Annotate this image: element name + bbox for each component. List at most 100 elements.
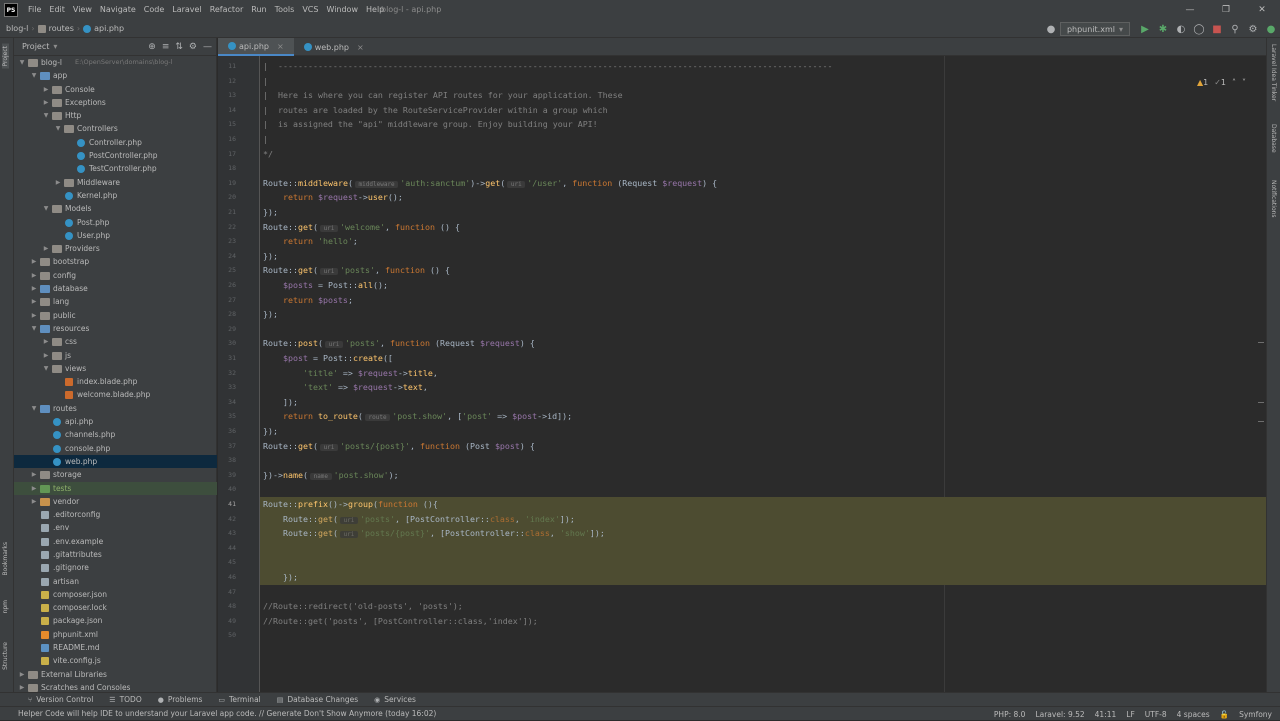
code-line[interactable]: | --------------------------------------… bbox=[260, 59, 1266, 74]
code-line[interactable]: Route::get( uri 'welcome', function () { bbox=[260, 220, 1266, 235]
breadcrumb-file[interactable]: api.php bbox=[80, 24, 127, 33]
indent-setting[interactable]: 4 spaces bbox=[1177, 710, 1210, 719]
menu-item-run[interactable]: Run bbox=[247, 0, 270, 20]
tree-item[interactable]: ▶ Exceptions bbox=[14, 96, 217, 109]
stop-icon[interactable]: ■ bbox=[1208, 20, 1226, 38]
chevron-down-icon[interactable]: ▼ bbox=[30, 69, 38, 82]
code-line[interactable] bbox=[260, 453, 1266, 468]
tree-item[interactable]: ▶ config bbox=[14, 269, 217, 282]
code-line[interactable] bbox=[260, 555, 1266, 570]
npm-stripe-button[interactable]: npm bbox=[2, 600, 9, 613]
breadcrumb-project[interactable]: blog-l bbox=[0, 24, 31, 33]
tree-item[interactable]: ▶ storage bbox=[14, 468, 217, 481]
file-encoding[interactable]: UTF-8 bbox=[1145, 710, 1167, 719]
code-line[interactable]: })->name( name 'post.show'); bbox=[260, 468, 1266, 483]
tree-item[interactable]: Post.php bbox=[14, 216, 217, 229]
chevron-right-icon[interactable]: ▶ bbox=[42, 349, 50, 362]
editor-tab[interactable]: web.php × bbox=[294, 38, 374, 56]
chevron-down-icon[interactable]: ▼ bbox=[54, 122, 62, 135]
caret-position[interactable]: 41:11 bbox=[1095, 710, 1117, 719]
tinker-stripe-button[interactable]: Laravel Idea Tinker bbox=[1270, 44, 1277, 101]
debug-icon[interactable]: ✱ bbox=[1154, 20, 1172, 38]
tool-window-version-control[interactable]: ⑂ Version Control bbox=[20, 695, 101, 704]
tool-window-terminal[interactable]: ▭ Terminal bbox=[210, 695, 268, 704]
tree-item[interactable]: ▼ Http bbox=[14, 109, 217, 122]
tree-item[interactable]: console.php bbox=[14, 442, 217, 455]
chevron-down-icon[interactable]: ▼ bbox=[30, 402, 38, 415]
theme-label[interactable]: Symfony bbox=[1239, 710, 1272, 719]
code-line[interactable] bbox=[260, 161, 1266, 176]
tree-item[interactable]: .gitattributes bbox=[14, 548, 217, 561]
tree-item[interactable]: vite.config.js bbox=[14, 654, 217, 667]
menu-item-refactor[interactable]: Refactor bbox=[206, 0, 248, 20]
code-line[interactable]: 'text' => $request->text, bbox=[260, 380, 1266, 395]
tree-item[interactable]: ▶ Console bbox=[14, 83, 217, 96]
code-line[interactable] bbox=[260, 482, 1266, 497]
code-line[interactable]: return $request->user(); bbox=[260, 190, 1266, 205]
code-line[interactable]: ]); bbox=[260, 395, 1266, 410]
tree-item[interactable]: welcome.blade.php bbox=[14, 388, 217, 401]
tree-item[interactable]: ▼ app bbox=[14, 69, 217, 82]
chevron-right-icon[interactable]: ▶ bbox=[54, 176, 62, 189]
code-line[interactable]: return 'hello'; bbox=[260, 234, 1266, 249]
menu-item-tools[interactable]: Tools bbox=[271, 0, 299, 20]
code-line[interactable]: Route::middleware( middleware 'auth:sanc… bbox=[260, 176, 1266, 191]
tree-item[interactable]: ▶ js bbox=[14, 349, 217, 362]
tree-item[interactable]: index.blade.php bbox=[14, 375, 217, 388]
tree-item[interactable]: ▼ routes bbox=[14, 402, 217, 415]
code-line[interactable] bbox=[260, 585, 1266, 600]
code-line[interactable]: Route::get( uri 'posts', function () { bbox=[260, 263, 1266, 278]
code-line[interactable]: Route::get( uri 'posts/{post}', function… bbox=[260, 439, 1266, 454]
code-line[interactable]: }); bbox=[260, 424, 1266, 439]
tree-item[interactable]: ▶ css bbox=[14, 335, 217, 348]
lock-icon[interactable]: 🔓 bbox=[1220, 710, 1229, 719]
run-config-select[interactable]: phpunit.xml ▾ bbox=[1059, 22, 1130, 36]
tree-item[interactable]: ▼ resources bbox=[14, 322, 217, 335]
code-line[interactable]: Route::post( uri 'posts', function (Requ… bbox=[260, 336, 1266, 351]
code-line[interactable]: }); bbox=[260, 205, 1266, 220]
chevron-right-icon[interactable]: ▶ bbox=[30, 269, 38, 282]
menu-item-code[interactable]: Code bbox=[140, 0, 168, 20]
tree-item[interactable]: Kernel.php bbox=[14, 189, 217, 202]
tree-item[interactable]: ▶ Middleware bbox=[14, 176, 217, 189]
code-line[interactable]: $posts = Post::all(); bbox=[260, 278, 1266, 293]
code-line[interactable]: Route::get( uri 'posts/{post}', [PostCon… bbox=[260, 526, 1266, 541]
menu-item-view[interactable]: View bbox=[69, 0, 96, 20]
chevron-right-icon[interactable]: ▶ bbox=[30, 282, 38, 295]
code-line[interactable]: Route::get( uri 'posts', [PostController… bbox=[260, 511, 1266, 527]
code-line[interactable] bbox=[260, 628, 1266, 643]
menu-item-edit[interactable]: Edit bbox=[45, 0, 69, 20]
code-line[interactable]: | bbox=[260, 132, 1266, 147]
code-line[interactable]: */ bbox=[260, 147, 1266, 162]
tree-item[interactable]: artisan bbox=[14, 575, 217, 588]
tree-item[interactable]: ▶ tests bbox=[14, 481, 217, 495]
chevron-down-icon[interactable]: ▼ bbox=[18, 56, 26, 69]
tree-item[interactable]: phpunit.xml bbox=[14, 628, 217, 641]
hide-icon[interactable]: — bbox=[203, 42, 212, 52]
tree-item[interactable]: ▼ Controllers bbox=[14, 122, 217, 135]
notifications-stripe-button[interactable]: Notifications bbox=[1270, 180, 1277, 218]
tree-item[interactable]: api.php bbox=[14, 415, 217, 428]
tree-item[interactable]: TestController.php bbox=[14, 162, 217, 175]
code-line[interactable]: | bbox=[260, 74, 1266, 89]
tree-item[interactable]: ▶ Providers bbox=[14, 242, 217, 255]
chevron-right-icon[interactable]: ▶ bbox=[42, 242, 50, 255]
tree-item[interactable]: ▶ database bbox=[14, 282, 217, 295]
laravel-version[interactable]: Laravel: 9.52 bbox=[1035, 710, 1084, 719]
tree-item[interactable]: .env.example bbox=[14, 535, 217, 548]
chevron-right-icon[interactable]: ▶ bbox=[30, 255, 38, 268]
tree-item[interactable]: ▶ vendor bbox=[14, 495, 217, 508]
tool-window-todo[interactable]: ☰ TODO bbox=[101, 695, 149, 704]
code-line[interactable] bbox=[260, 322, 1266, 337]
code-line[interactable]: }); bbox=[260, 307, 1266, 322]
code-line[interactable]: | routes are loaded by the RouteServiceP… bbox=[260, 103, 1266, 118]
user-icon[interactable]: ● bbox=[1042, 20, 1060, 38]
chevron-down-icon[interactable]: ▼ bbox=[30, 322, 38, 335]
code-line[interactable]: return $posts; bbox=[260, 293, 1266, 308]
chevron-right-icon[interactable]: ▶ bbox=[30, 295, 38, 308]
chevron-right-icon[interactable]: ▶ bbox=[42, 83, 50, 96]
tree-item[interactable]: .editorconfig bbox=[14, 508, 217, 521]
tree-item[interactable]: composer.json bbox=[14, 588, 217, 601]
menu-item-navigate[interactable]: Navigate bbox=[96, 0, 140, 20]
restore-icon[interactable]: ❐ bbox=[1208, 0, 1244, 20]
